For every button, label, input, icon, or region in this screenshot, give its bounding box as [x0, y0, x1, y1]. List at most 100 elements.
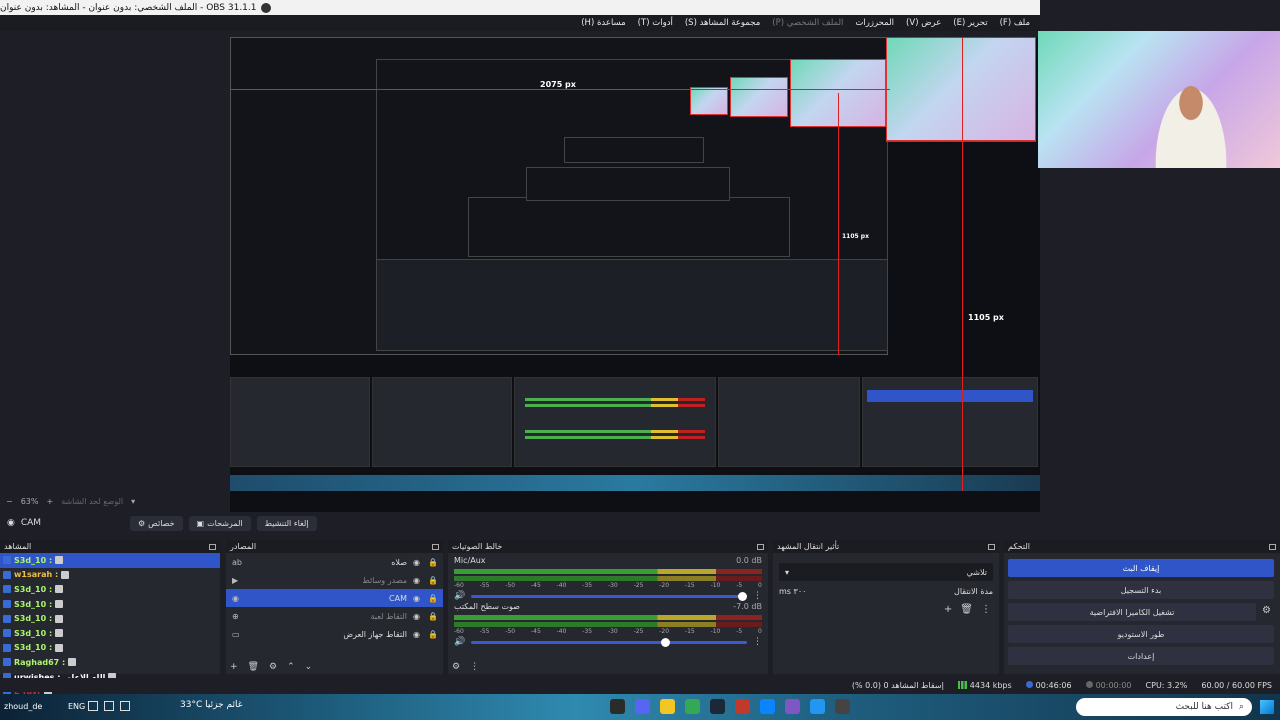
scene-item[interactable]: Raghad67 :: [0, 655, 220, 670]
language-indicator[interactable]: ENG: [68, 702, 85, 711]
advanced-audio-icon[interactable]: ⚙: [452, 662, 460, 672]
twitch-badge-icon: [3, 556, 11, 565]
start-recording-button[interactable]: بدء التسجيل: [1008, 581, 1274, 599]
weather-widget[interactable]: 33°C غائم جزئيا: [180, 700, 242, 710]
eye-icon[interactable]: ◉: [413, 576, 422, 585]
menu-item-1[interactable]: تحرير (E): [947, 18, 993, 28]
studio-mode-button[interactable]: طور الاستوديو: [1008, 625, 1274, 643]
collapse-icon[interactable]: −: [6, 497, 13, 506]
eye-icon[interactable]: ◉: [413, 612, 422, 621]
undock-icon[interactable]: [432, 543, 439, 550]
gear-icon[interactable]: ⚙: [269, 662, 277, 672]
scene-item[interactable]: w1sarah :: [0, 568, 220, 583]
scene-item-label: S3d_10 :: [14, 614, 53, 624]
kebab-menu-icon[interactable]: ⋮: [470, 662, 479, 672]
menu-item-4[interactable]: الملف الشخصي (P): [766, 18, 849, 28]
menu-item-7[interactable]: مساعدة (H): [575, 18, 631, 28]
nested-obs-frame-4: [526, 167, 730, 201]
measure-line-v: [962, 37, 963, 491]
eye-icon[interactable]: ◉: [413, 558, 422, 567]
discord-icon[interactable]: [635, 699, 650, 714]
app2-icon[interactable]: [785, 699, 800, 714]
scene-item[interactable]: S3d_10 :: [0, 626, 220, 641]
filters-button[interactable]: ▣ المرشحات: [188, 515, 251, 531]
menu-item-5[interactable]: مجموعة المشاهد (S): [679, 18, 766, 28]
source-item[interactable]: ab صلاه ◉ 🔒: [226, 553, 443, 571]
duration-input[interactable]: ٣٠٠ ms: [779, 587, 814, 596]
controls-header: التحكم: [1004, 540, 1280, 553]
volume-slider[interactable]: [471, 591, 747, 601]
lock-icon[interactable]: 🔒: [428, 558, 438, 567]
obs-app-icon[interactable]: [610, 699, 625, 714]
chrome-icon[interactable]: [685, 699, 700, 714]
menu-item-0[interactable]: ملف (F): [994, 18, 1036, 28]
steam-icon[interactable]: [710, 699, 725, 714]
source-item[interactable]: ▭ التقاط جهاز العرض ◉ 🔒: [226, 625, 443, 643]
deactivate-button[interactable]: إلغاء التنشيط: [256, 515, 317, 531]
add-icon[interactable]: +: [944, 604, 952, 615]
source-item[interactable]: ▶ مصدر وسائط ◉ 🔒: [226, 571, 443, 589]
app3-icon[interactable]: [810, 699, 825, 714]
eye-icon[interactable]: ◉: [413, 594, 422, 603]
app4-icon[interactable]: [835, 699, 850, 714]
undock-icon[interactable]: [988, 543, 995, 550]
virtual-camera-button[interactable]: تشغيل الكاميرا الافتراضية: [1008, 603, 1256, 621]
sources-dock: المصادر ab صلاه ◉ 🔒 ▶ مصدر وسائط ◉ 🔒 ◉ CAM ◉ 🔒 ⊕ التق…: [226, 540, 443, 674]
expand-icon[interactable]: +: [46, 497, 53, 506]
source-item[interactable]: ◉ CAM ◉ 🔒: [226, 589, 443, 607]
add-icon[interactable]: +: [230, 662, 238, 672]
lock-icon[interactable]: 🔒: [428, 576, 438, 585]
lock-icon[interactable]: 🔒: [428, 630, 438, 639]
level-meter-right: [454, 576, 762, 581]
speaker-icon[interactable]: 🔊: [454, 637, 465, 647]
kebab-menu-icon[interactable]: ⋮: [753, 637, 762, 647]
scene-item[interactable]: S3d_10 :: [0, 641, 220, 656]
kebab-menu-icon[interactable]: ⋮: [981, 604, 991, 615]
lock-icon[interactable]: 🔒: [428, 612, 438, 621]
undock-icon[interactable]: [757, 543, 764, 550]
volume-knob[interactable]: [660, 637, 670, 647]
gear-icon[interactable]: ⚙: [1262, 605, 1276, 616]
trash-icon[interactable]: 🗑: [960, 604, 973, 615]
scene-item[interactable]: S3d_10 :: [0, 582, 220, 597]
preview-area[interactable]: 2075 px 1105 px 1105 px: [0, 31, 1280, 523]
edge-icon[interactable]: [760, 699, 775, 714]
scale-tick: -30: [607, 582, 618, 589]
properties-button[interactable]: ⚙ خصائص: [130, 515, 183, 531]
zoom-dropdown-icon[interactable]: ▾: [131, 497, 135, 506]
source-item[interactable]: ⊕ التقاط لعبة ◉ 🔒: [226, 607, 443, 625]
scene-item[interactable]: S3d_10 :: [0, 597, 220, 612]
app-icon[interactable]: [735, 699, 750, 714]
bitrate: 4434 kbps: [969, 680, 1012, 690]
settings-button[interactable]: إعدادات: [1008, 647, 1274, 665]
meter-scale: -60 -55 -50 -45 -40 -35 -30 -25 -20 -15 -10 -5 0: [454, 628, 762, 635]
scale-tick: -45: [530, 628, 541, 635]
volume-icon[interactable]: [104, 701, 114, 711]
chevron-down-icon[interactable]: ⌄: [305, 662, 313, 672]
level-meter: [454, 615, 762, 620]
menu-item-6[interactable]: أدوات (T): [632, 18, 679, 28]
system-tray: [88, 701, 130, 711]
scene-item[interactable]: S3d_10 :: [0, 611, 220, 626]
taskbar-search[interactable]: اكتب هنا للبحث ⌕: [1076, 698, 1252, 716]
preview-canvas[interactable]: 2075 px 1105 px 1105 px: [230, 37, 1040, 523]
menu-bar: ملف (F) تحرير (E) عرض (V) المحرزرات الملف ال…: [0, 15, 1040, 31]
undock-icon[interactable]: [1269, 543, 1276, 550]
eye-icon[interactable]: ◉: [413, 630, 422, 639]
trash-icon[interactable]: 🗑: [248, 662, 259, 672]
scenes-title: المشاهد: [4, 542, 32, 551]
scene-item[interactable]: S3d_10 :: [0, 553, 220, 568]
undock-icon[interactable]: [209, 543, 216, 550]
transition-select[interactable]: تلاشي ▾: [779, 563, 993, 581]
files-icon[interactable]: [660, 699, 675, 714]
chevron-up-icon[interactable]: ⌃: [287, 662, 295, 672]
network-icon[interactable]: [120, 701, 130, 711]
menu-item-3[interactable]: المحرزرات: [849, 18, 900, 28]
volume-slider[interactable]: [471, 637, 747, 647]
keyboard-icon[interactable]: [88, 701, 98, 711]
stop-stream-button[interactable]: إيقاف البث: [1008, 559, 1274, 577]
windows-start-icon[interactable]: [1260, 700, 1274, 714]
menu-item-2[interactable]: عرض (V): [900, 18, 947, 28]
nested-docks: [376, 259, 888, 351]
lock-icon[interactable]: 🔒: [428, 594, 438, 603]
